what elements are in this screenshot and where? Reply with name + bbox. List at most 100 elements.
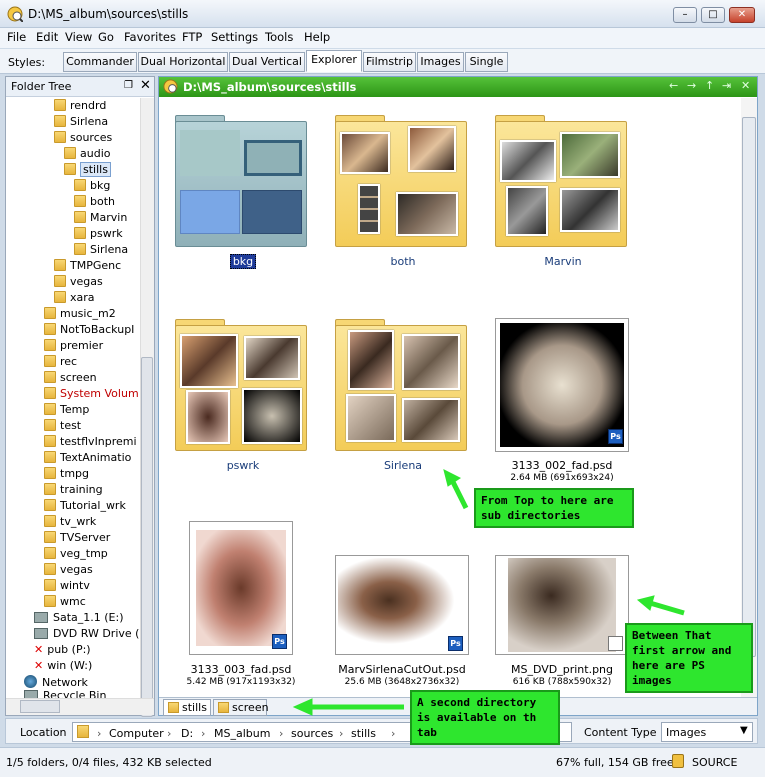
file-name[interactable]: MS_DVD_print.png [482,663,642,676]
image-thumbnail[interactable]: Ps [189,521,293,655]
tree-item[interactable]: Tutorial_wrk [44,499,126,515]
image-thumbnail[interactable]: Ps [495,318,629,452]
close-pane-icon[interactable]: ✕ [140,78,151,93]
maximize-button[interactable]: □ [701,7,725,23]
file-meta: 5.42 MB (917x1193x32) [186,677,296,687]
tree-item[interactable]: wintv [44,579,90,595]
menu-help[interactable]: Help [304,30,330,44]
file-meta: 2.64 MB (691x693x24) [510,473,614,483]
folder-name[interactable]: pswrk [163,459,323,472]
menu-tools[interactable]: Tools [265,30,293,44]
menu-file[interactable]: File [7,30,26,44]
style-tab-commander[interactable]: Commander [63,52,137,72]
folder-thumbnail-marvin[interactable] [495,115,629,251]
tree-item[interactable]: bkg [74,179,110,195]
menu-go[interactable]: Go [98,30,114,44]
tree-item-recycle-bin[interactable]: Recycle Bin [24,689,106,698]
folder-icon [44,323,56,335]
tree-item[interactable]: Marvin [74,211,127,227]
tree-item-drive[interactable]: DVD RW Drive (I [34,627,143,643]
close-window-button[interactable]: ✕ [729,7,755,23]
folder-name[interactable]: bkg [163,254,323,269]
folder-tab-screen[interactable]: screen [213,699,269,716]
tree-item[interactable]: vegas [54,275,103,291]
style-tab-single[interactable]: Single [465,52,508,72]
tree-item[interactable]: screen [44,371,97,387]
tree-item[interactable]: vegas [44,563,93,579]
tree-item-drive[interactable]: ✕ win (W:) [34,659,92,675]
back-arrow-icon[interactable]: ← [669,79,678,92]
close-icon[interactable]: ✕ [741,79,750,92]
tree-item[interactable]: TextAnimatio [44,451,131,467]
folder-thumbnail-sirlena[interactable] [335,319,469,455]
tree-item[interactable]: training [44,483,103,499]
tree-item[interactable]: wmc [44,595,86,611]
tree-item[interactable]: TMPGenc [54,259,121,275]
style-tab-images[interactable]: Images [417,52,464,72]
folder-icon [54,259,66,271]
folder-name[interactable]: both [323,255,483,268]
content-type-select[interactable]: Images ▼ [661,722,753,742]
tree-item[interactable]: rendrd [54,99,106,115]
folder-tab-stills[interactable]: stills [163,699,211,716]
tree-item[interactable]: premier [44,339,103,355]
menu-settings[interactable]: Settings [211,30,258,44]
pin-icon[interactable]: ❐ [124,80,133,91]
tree-item[interactable]: Temp [44,403,89,419]
tree-vertical-scroll-thumb[interactable] [141,357,153,717]
style-tab-dual-vertical[interactable]: Dual Vertical [229,52,305,72]
folder-name[interactable]: Marvin [483,255,643,268]
tree-item-selected[interactable]: stills [64,162,111,179]
tree-item[interactable]: Sirlena [54,115,108,131]
tree-item-drive[interactable]: Sata_1.1 (E:) [34,611,124,627]
up-arrow-icon[interactable]: ↑ [705,79,714,92]
tree-item[interactable]: pswrk [74,227,123,243]
breadcrumb-stills[interactable]: stills [351,727,376,740]
tree-item[interactable]: tv_wrk [44,515,96,531]
file-name[interactable]: 3133_002_fad.psd [482,459,642,472]
image-thumbnail[interactable] [495,555,629,655]
menu-favorites[interactable]: Favorites [124,30,176,44]
menu-view[interactable]: View [65,30,92,44]
file-name[interactable]: 3133_003_fad.psd [161,663,321,676]
app-icon [163,79,178,94]
breadcrumb-sources[interactable]: sources [291,727,333,740]
main-vertical-scroll-thumb[interactable] [742,117,756,657]
folder-thumbnail-both[interactable] [335,115,469,251]
tree-item[interactable]: rec [44,355,77,371]
style-tab-explorer[interactable]: Explorer [306,50,362,72]
folder-icon [54,291,66,303]
go-arrow-icon[interactable]: ⇥ [722,79,731,92]
tree-item-system[interactable]: System Volum [44,387,139,403]
breadcrumb-computer[interactable]: Computer [109,727,164,740]
file-name[interactable]: MarvSirlenaCutOut.psd [322,663,482,676]
tree-item[interactable]: veg_tmp [44,547,108,563]
folder-thumbnail-bkg[interactable] [175,115,309,251]
menu-edit[interactable]: Edit [36,30,58,44]
breadcrumb-ms-album[interactable]: MS_album [214,727,270,740]
forward-arrow-icon[interactable]: → [687,79,696,92]
photoshop-file-icon: Ps [448,636,463,651]
folder-name[interactable]: Sirlena [323,459,483,472]
breadcrumb-drive[interactable]: D: [181,727,193,740]
tree-item[interactable]: NotToBackupI [44,323,134,339]
tree-item[interactable]: sources [54,131,112,147]
style-tab-filmstrip[interactable]: Filmstrip [363,52,416,72]
style-tab-dual-horizontal[interactable]: Dual Horizontal [138,52,228,72]
breadcrumb-separator-icon: › [279,727,284,740]
tree-item[interactable]: Sirlena [74,243,128,259]
menu-ftp[interactable]: FTP [182,30,202,44]
folder-thumbnail-pswrk[interactable] [175,319,309,455]
tree-item[interactable]: xara [54,291,95,307]
minimize-button[interactable]: – [673,7,697,23]
tree-item[interactable]: test [44,419,81,435]
tree-item[interactable]: testflvInpremi [44,435,137,451]
tree-item[interactable]: audio [64,147,110,163]
tree-item[interactable]: tmpg [44,467,89,483]
tree-item[interactable]: both [74,195,115,211]
image-thumbnail[interactable]: Ps [335,555,469,655]
tree-item-drive[interactable]: ✕ pub (P:) [34,643,91,659]
tree-horizontal-scroll-thumb[interactable] [20,700,60,713]
tree-item[interactable]: TVServer [44,531,110,547]
tree-item[interactable]: music_m2 [44,307,116,323]
